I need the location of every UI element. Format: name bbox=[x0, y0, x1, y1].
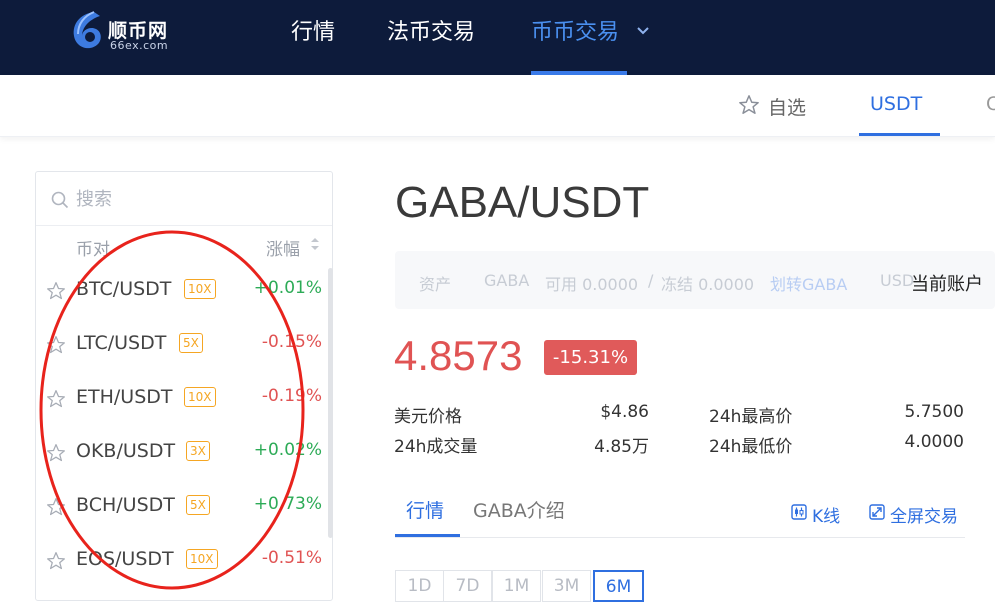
col-header-change[interactable]: 涨幅 bbox=[266, 235, 300, 260]
asset-label: 资产 bbox=[419, 275, 452, 294]
star-outline-icon[interactable] bbox=[46, 389, 66, 409]
high-24h-value: 5.7500 bbox=[904, 402, 964, 422]
period-3m[interactable]: 3M bbox=[542, 570, 591, 602]
pair-title: GABA/USDT bbox=[395, 178, 650, 227]
period-6m[interactable]: 6M bbox=[593, 570, 644, 602]
tab-coin-intro[interactable]: GABA介绍 bbox=[473, 496, 565, 523]
kline-label: K线 bbox=[812, 507, 841, 527]
nav-market[interactable]: 行情 bbox=[291, 14, 335, 48]
star-outline-icon[interactable] bbox=[46, 497, 66, 517]
usd-price-value: $4.86 bbox=[600, 402, 649, 422]
leverage-badge: 10X bbox=[184, 279, 216, 299]
pair-name: ETH/USDT bbox=[76, 386, 173, 408]
leverage-badge: 10X bbox=[184, 387, 216, 407]
star-outline-icon[interactable] bbox=[46, 335, 66, 355]
logo-mark bbox=[73, 11, 101, 49]
star-outline-icon[interactable] bbox=[46, 281, 66, 301]
pair-change: +0.02% bbox=[253, 440, 322, 460]
list-scrollbar[interactable] bbox=[328, 268, 333, 538]
pair-change: -0.19% bbox=[261, 386, 322, 406]
pair-name: LTC/USDT bbox=[76, 332, 167, 354]
pair-change: -0.51% bbox=[261, 548, 322, 568]
pair-change: +0.01% bbox=[253, 278, 322, 298]
pair-change: +0.73% bbox=[253, 494, 322, 514]
volume-24h-label: 24h成交量 bbox=[394, 437, 478, 457]
pair-row-btc[interactable]: BTC/USDT 10X +0.01% bbox=[36, 266, 326, 320]
pair-row-ltc[interactable]: LTC/USDT 5X -0.15% bbox=[36, 320, 326, 374]
chevron-down-icon[interactable] bbox=[636, 25, 650, 37]
kline-icon bbox=[791, 504, 807, 520]
pair-name: EOS/USDT bbox=[76, 548, 174, 570]
asset-separator: / bbox=[648, 271, 654, 290]
pair-name: OKB/USDT bbox=[76, 440, 176, 462]
change-badge: -15.31% bbox=[544, 340, 637, 375]
asset-bar: 资产 GABA 可用 0.0000 / 冻结 0.0000 划转GABA USD… bbox=[395, 251, 995, 309]
star-outline-icon[interactable] bbox=[46, 551, 66, 571]
tab-next-truncated[interactable]: C bbox=[986, 93, 995, 115]
fullscreen-icon bbox=[869, 504, 885, 520]
asset-coin: GABA bbox=[484, 271, 530, 290]
kline-button[interactable]: K线 bbox=[791, 502, 851, 527]
usd-price-label: 美元价格 bbox=[394, 407, 462, 427]
search-input[interactable] bbox=[76, 184, 316, 214]
tab-market-indicator bbox=[395, 534, 460, 537]
nav-fiat-trade[interactable]: 法币交易 bbox=[387, 14, 475, 48]
pair-row-eth[interactable]: ETH/USDT 10X -0.19% bbox=[36, 374, 326, 428]
leverage-badge: 3X bbox=[186, 441, 210, 461]
col-header-pair[interactable]: 币对 bbox=[76, 235, 110, 260]
fullscreen-trade-button[interactable]: 全屏交易 bbox=[869, 502, 969, 527]
asset-quote-coin: USD bbox=[880, 271, 915, 290]
last-price: 4.8573 bbox=[394, 332, 523, 379]
brand-domain: 66ex.com bbox=[110, 39, 169, 52]
pair-list-panel: 币对 涨幅 BTC/USDT 10X +0.01% LTC/USDT 5X -0… bbox=[35, 171, 333, 601]
period-1m[interactable]: 1M bbox=[492, 570, 541, 602]
volume-24h-value: 4.85万 bbox=[594, 437, 649, 457]
high-24h-label: 24h最高价 bbox=[709, 407, 793, 427]
tab-favorites-label: 自选 bbox=[768, 97, 807, 119]
pair-name: BTC/USDT bbox=[76, 278, 172, 300]
period-1d[interactable]: 1D bbox=[395, 570, 444, 602]
pair-row-eos[interactable]: EOS/USDT 10X -0.51% bbox=[36, 536, 326, 590]
tabs-divider bbox=[395, 537, 965, 538]
market-tab-bar: 自选 USDT C bbox=[0, 75, 995, 137]
leverage-badge: 10X bbox=[186, 549, 218, 569]
star-outline-icon bbox=[739, 95, 759, 114]
transfer-link[interactable]: 划转GABA bbox=[770, 271, 847, 295]
period-7d[interactable]: 7D bbox=[443, 570, 492, 602]
tab-market[interactable]: 行情 bbox=[406, 496, 444, 523]
asset-available: 可用 0.0000 bbox=[545, 275, 639, 294]
leverage-badge: 5X bbox=[186, 495, 210, 515]
leverage-badge: 5X bbox=[179, 333, 203, 353]
pair-row-bch[interactable]: BCH/USDT 5X +0.73% bbox=[36, 482, 326, 536]
low-24h-value: 4.0000 bbox=[904, 432, 964, 452]
tab-usdt-indicator bbox=[859, 133, 940, 136]
pair-name: BCH/USDT bbox=[76, 494, 175, 516]
current-account-label[interactable]: 当前账户 bbox=[911, 270, 983, 296]
tab-usdt[interactable]: USDT bbox=[870, 93, 922, 115]
nav-spot-trade[interactable]: 币币交易 bbox=[531, 14, 619, 48]
top-nav-bar: 顺币网 66ex.com 行情 法币交易 币币交易 bbox=[0, 0, 995, 75]
asset-frozen: 冻结 0.0000 bbox=[661, 275, 755, 294]
brand-logo[interactable]: 顺币网 66ex.com bbox=[70, 6, 200, 56]
pair-change: -0.15% bbox=[261, 332, 322, 352]
search-box bbox=[36, 172, 332, 226]
star-outline-icon[interactable] bbox=[46, 443, 66, 463]
search-icon bbox=[51, 191, 69, 209]
low-24h-label: 24h最低价 bbox=[709, 437, 793, 457]
fullscreen-label: 全屏交易 bbox=[890, 507, 958, 527]
pair-row-okb[interactable]: OKB/USDT 3X +0.02% bbox=[36, 428, 326, 482]
sort-icon[interactable] bbox=[310, 237, 320, 251]
